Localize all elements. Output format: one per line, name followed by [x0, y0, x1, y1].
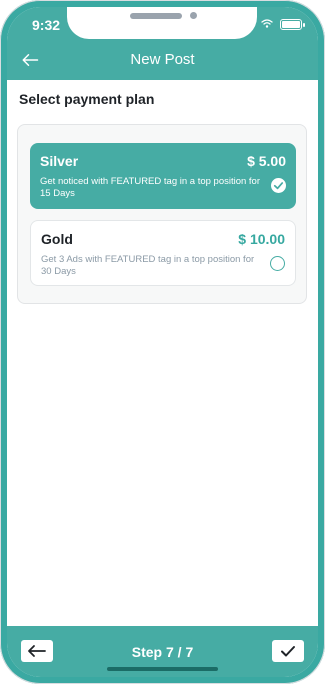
speaker-grille: [130, 13, 182, 19]
top-bar: 9:32 New Post: [7, 7, 318, 80]
plan-price: $ 10.00: [238, 231, 285, 247]
plan-option-gold[interactable]: Gold $ 10.00 Get 3 Ads with FEATURED tag…: [30, 220, 296, 286]
plan-description: Get noticed with FEATURED tag in a top p…: [40, 176, 261, 199]
bottom-bar: Step 7 / 7: [7, 626, 318, 677]
home-indicator: [107, 667, 218, 671]
plan-name: Gold: [41, 231, 73, 247]
plan-price: $ 5.00: [247, 153, 286, 169]
section-heading: Select payment plan: [19, 91, 155, 107]
finish-button[interactable]: [272, 640, 304, 662]
plan-description: Get 3 Ads with FEATURED tag in a top pos…: [41, 254, 255, 277]
battery-icon: [280, 18, 305, 30]
wifi-icon: [261, 19, 273, 28]
device-notch: [67, 7, 257, 39]
phone-frame: 9:32 New Post Select payment plan Silver…: [0, 0, 325, 684]
plan-name: Silver: [40, 153, 79, 169]
navigation-bar: New Post: [7, 41, 318, 80]
checkmark-icon: [281, 646, 295, 657]
screen: 9:32 New Post Select payment plan Silver…: [7, 7, 318, 677]
selected-check-icon[interactable]: [271, 178, 286, 193]
status-time: 9:32: [32, 17, 61, 33]
radio-circle-icon[interactable]: [270, 256, 285, 271]
status-icons: [260, 18, 305, 30]
page-title: New Post: [130, 51, 195, 68]
plan-option-silver[interactable]: Silver $ 5.00 Get noticed with FEATURED …: [30, 143, 296, 209]
payment-plans-panel: Silver $ 5.00 Get noticed with FEATURED …: [17, 124, 307, 304]
front-camera: [190, 12, 197, 19]
